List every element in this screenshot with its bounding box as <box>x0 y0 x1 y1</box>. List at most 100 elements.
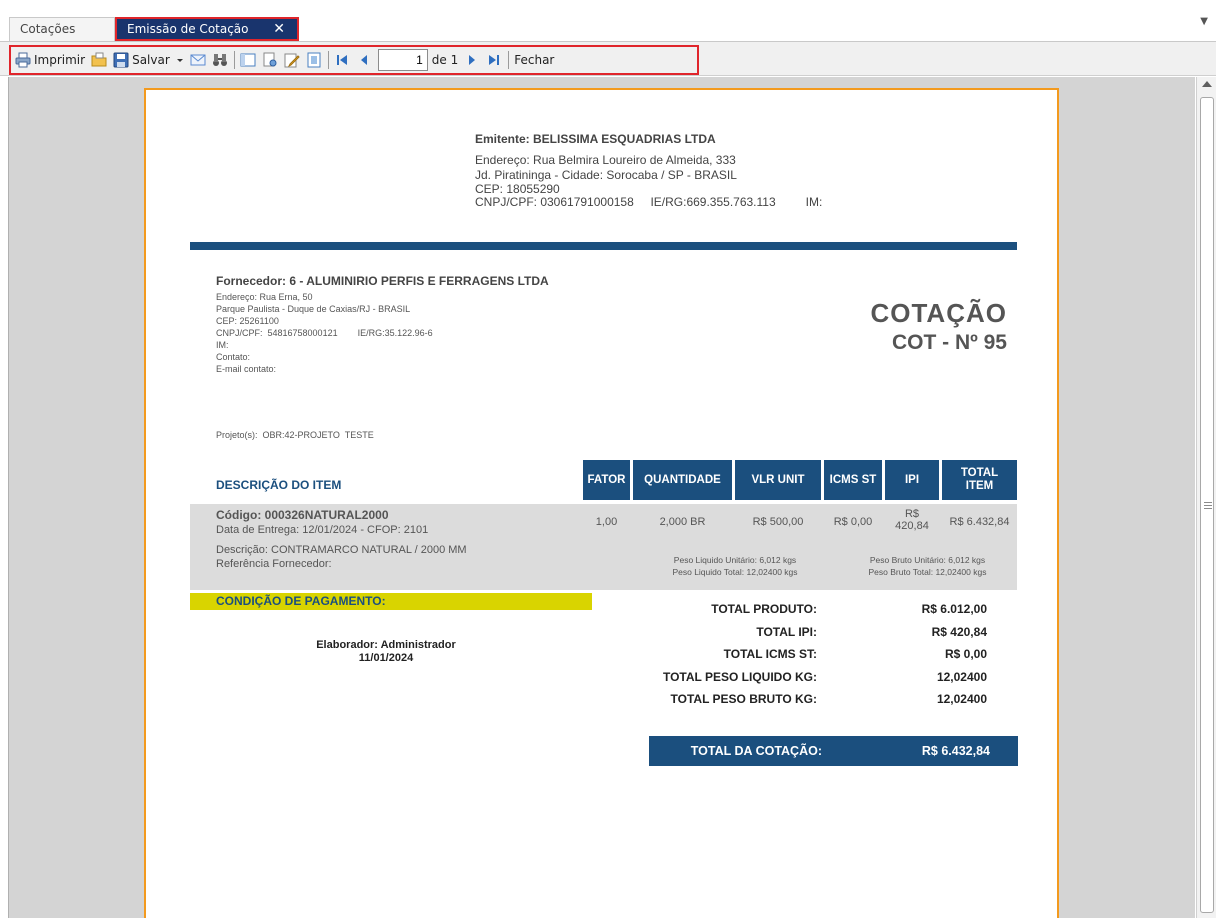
item-ipi-value: 420,84 <box>895 520 929 532</box>
emitente-block: Emitente: BELISSIMA ESQUADRIAS LTDA Ende… <box>475 132 822 210</box>
page-count-label: de 1 <box>431 53 459 67</box>
toolbar-row: Imprimir Salvar 1 de 1 Fechar <box>0 42 1216 76</box>
scroll-grip-line <box>1204 505 1212 506</box>
total-value: 12,02400 <box>936 669 987 684</box>
scroll-thumb[interactable] <box>1200 97 1214 913</box>
open-button[interactable] <box>91 49 107 71</box>
close-tab-icon[interactable]: ✕ <box>273 19 285 39</box>
total-value: 12,02400 <box>936 692 987 706</box>
envelope-icon <box>190 52 206 68</box>
first-page-icon <box>334 52 350 68</box>
total-label: TOTAL PRODUTO: <box>711 602 817 616</box>
elaborador-name: Elaborador: Administrador <box>316 639 456 651</box>
chevron-down-icon <box>176 52 184 68</box>
floppy-disk-icon <box>113 52 129 68</box>
find-button[interactable] <box>212 49 228 71</box>
fornecedor-block: Fornecedor: 6 - ALUMINIRIO PERFIS E FERR… <box>216 275 549 375</box>
tab-strip: Cotações Emissão de Cotação ✕ ▼ <box>0 0 1216 42</box>
emitente-bairro: Jd. Piratininga - Cidade: Sorocaba / SP … <box>475 168 737 182</box>
scroll-up-arrow-icon[interactable] <box>1202 81 1212 87</box>
pencil-edit-icon <box>284 52 300 68</box>
elaborador-block: Elaborador: Administrador 11/01/2024 <box>266 639 506 665</box>
scroll-grip-line <box>1204 508 1212 509</box>
previous-page-button[interactable] <box>356 49 372 71</box>
item-entrega: Data de Entrega: 12/01/2024 - CFOP: 2101 <box>216 524 429 536</box>
header-ipi: IPI <box>885 460 939 500</box>
save-label: Salvar <box>132 53 170 67</box>
edit-button[interactable] <box>284 49 300 71</box>
first-page-button[interactable] <box>334 49 350 71</box>
emitente-cep: CEP: 18055290 <box>475 182 560 196</box>
condicao-pagamento: CONDIÇÃO DE PAGAMENTO: <box>190 593 592 610</box>
email-button[interactable] <box>190 49 206 71</box>
watermark-button[interactable] <box>306 49 322 71</box>
tab-emissao-label: Emissão de Cotação <box>127 22 249 36</box>
emitente-endereco: Endereço: Rua Belmira Loureiro de Almeid… <box>475 153 736 167</box>
save-format-dropdown[interactable] <box>176 49 184 71</box>
item-descricao: Descrição: CONTRAMARCO NATURAL / 2000 MM <box>216 544 467 556</box>
peso-liquido-total: Peso Liquido Total: 12,02400 kgs <box>672 567 798 577</box>
save-button[interactable]: Salvar <box>113 49 170 71</box>
toolbar-separator <box>508 51 510 69</box>
page-number-input[interactable] <box>377 49 428 71</box>
header-vlr-unit: VLR UNIT <box>735 460 821 500</box>
item-referencia: Referência Fornecedor: <box>216 558 332 570</box>
fornecedor-endereco: Endereço: Rua Erna, 50 <box>216 292 313 302</box>
tab-emissao-cotacao[interactable]: Emissão de Cotação ✕ <box>115 17 299 41</box>
grand-total-value: R$ 6.432,84 <box>921 744 990 758</box>
header-fator: FATOR <box>583 460 630 500</box>
last-page-button[interactable] <box>486 49 502 71</box>
total-value: R$ 6.012,00 <box>921 602 987 616</box>
binoculars-icon <box>212 52 228 68</box>
watermark-icon <box>306 52 322 68</box>
total-value: R$ 420,84 <box>931 624 987 639</box>
tab-list-dropdown-icon[interactable]: ▼ <box>1200 16 1208 27</box>
scroll-grip-line <box>1204 502 1212 503</box>
peso-liquido-unitario: Peso Liquido Unitário: 6,012 kgs <box>673 555 797 565</box>
header-total-line2: ITEM <box>965 480 994 492</box>
previous-page-icon <box>356 52 372 68</box>
item-ipi-currency: R$ <box>904 508 920 520</box>
print-button[interactable]: Imprimir <box>15 49 85 71</box>
open-folder-icon <box>91 52 107 68</box>
grand-total-bar: TOTAL DA COTAÇÃO: R$ 6.432,84 <box>649 736 1018 766</box>
header-icms-st: ICMS ST <box>824 460 882 500</box>
projeto-line: Projeto(s): OBR:42-PROJETO TESTE <box>216 430 374 440</box>
page-layout-button[interactable] <box>240 49 256 71</box>
total-label: TOTAL IPI: <box>756 624 817 639</box>
total-label: TOTAL ICMS ST: <box>723 647 817 661</box>
peso-bruto-unitario: Peso Bruto Unitário: 6,012 kgs <box>869 555 986 565</box>
fornecedor-title: Fornecedor: 6 - ALUMINIRIO PERFIS E FERR… <box>216 274 549 288</box>
page-setup-button[interactable] <box>262 49 278 71</box>
page-layout-icon <box>240 52 256 68</box>
tab-cotacoes[interactable]: Cotações <box>9 17 115 41</box>
vertical-scrollbar[interactable] <box>1196 77 1216 918</box>
item-total: R$ 6.432,84 <box>949 516 1010 528</box>
total-label: TOTAL PESO BRUTO KG: <box>670 692 817 706</box>
emitente-title: Emitente: BELISSIMA ESQUADRIAS LTDA <box>475 132 716 146</box>
printer-icon <box>15 52 31 68</box>
cotacao-number: COT - Nº 95 <box>891 331 1007 354</box>
item-quantidade: 2,000 BR <box>659 516 706 528</box>
last-page-icon <box>486 52 502 68</box>
peso-bruto-total: Peso Bruto Total: 12,02400 kgs <box>868 567 987 577</box>
close-preview-button[interactable]: Fechar <box>514 49 554 71</box>
fornecedor-cep: CEP: 25261100 <box>216 316 279 326</box>
emitente-docs: CNPJ/CPF: 03061791000158 IE/RG:669.355.7… <box>475 195 823 209</box>
fornecedor-docs: CNPJ/CPF: 54816758000121 IE/RG:35.122.96… <box>216 328 433 338</box>
next-page-button[interactable] <box>464 49 480 71</box>
item-fator: 1,00 <box>595 516 618 528</box>
table-row: Código: 000326NATURAL2000 Data de Entreg… <box>190 504 1017 590</box>
fornecedor-bairro: Parque Paulista - Duque de Caxias/RJ - B… <box>216 304 411 314</box>
item-icms-st: R$ 0,00 <box>833 516 873 528</box>
toolbar-separator <box>327 51 329 69</box>
toolbar-separator <box>233 51 235 69</box>
header-total-line1: TOTAL <box>960 467 999 479</box>
close-preview-label: Fechar <box>514 53 555 67</box>
item-ipi: R$ 420,84 <box>885 508 939 532</box>
total-label: TOTAL PESO LIQUIDO KG: <box>662 669 817 684</box>
header-descricao: DESCRIÇÃO DO ITEM <box>216 478 342 492</box>
fornecedor-contato: Contato: <box>216 352 251 362</box>
report-page: Emitente: BELISSIMA ESQUADRIAS LTDA Ende… <box>144 88 1059 918</box>
grand-total-label: TOTAL DA COTAÇÃO: <box>690 744 822 758</box>
